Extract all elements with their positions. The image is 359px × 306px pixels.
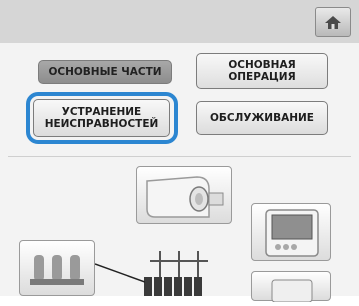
machine-part-icon (271, 279, 313, 303)
callout-line (95, 263, 145, 283)
divider (8, 156, 351, 157)
thread-spools-button[interactable] (19, 240, 95, 296)
machine-part-button[interactable] (251, 271, 331, 303)
embroidery-head-icon (146, 176, 224, 218)
thread-stand-icon (144, 251, 208, 296)
maintenance-button[interactable]: ОБСЛУЖИВАНИЕ (196, 101, 328, 135)
basic-parts-button[interactable]: ОСНОВНЫЕ ЧАСТИ (38, 60, 172, 84)
lcd-panel-button[interactable] (251, 203, 331, 261)
embroidery-head-button[interactable] (136, 166, 232, 224)
basic-operation-button[interactable]: ОСНОВНАЯ ОПЕРАЦИЯ (196, 53, 328, 89)
lcd-panel-icon (265, 209, 319, 257)
home-button[interactable] (315, 7, 351, 37)
home-icon (325, 15, 341, 29)
troubleshooting-button[interactable]: УСТРАНЕНИЕ НЕИСПРАВНОСТЕЙ (33, 99, 170, 137)
thread-stand-image (140, 247, 218, 296)
top-bar (0, 0, 359, 43)
thread-spools-icon (30, 255, 84, 285)
